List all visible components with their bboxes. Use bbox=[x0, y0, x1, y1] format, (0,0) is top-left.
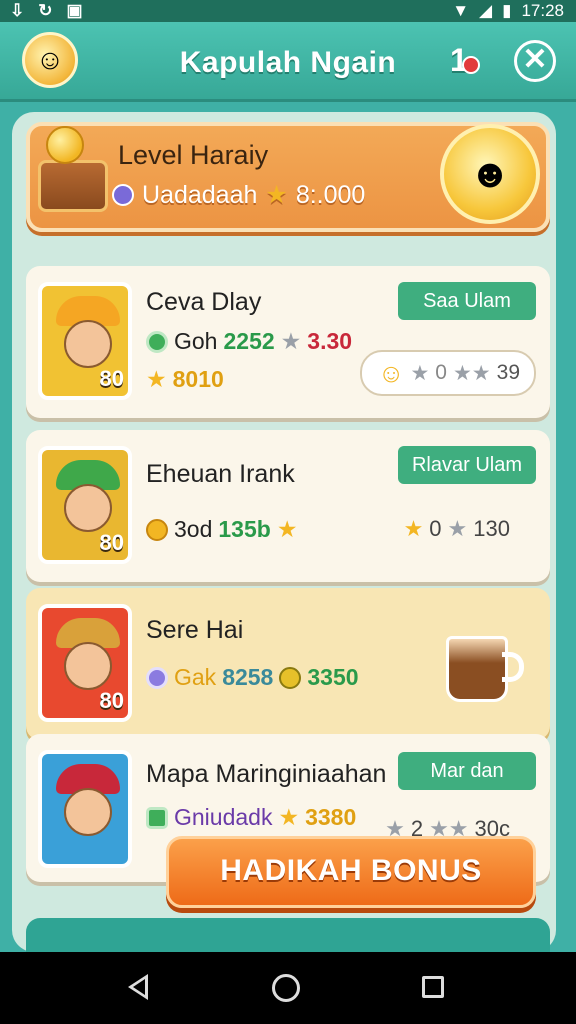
avatar: 80 bbox=[38, 282, 132, 400]
star-icon: ★ bbox=[276, 516, 298, 542]
item-title: Eheuan Irank bbox=[146, 460, 295, 488]
star-icon: ★ bbox=[265, 181, 288, 209]
chat-icon bbox=[146, 806, 168, 829]
item-stats: Goh 2252 ★ 3.30 bbox=[146, 328, 352, 355]
item-title: Ceva Dlay bbox=[146, 288, 262, 316]
star-icon: ★ bbox=[146, 366, 167, 392]
coin-icon bbox=[279, 666, 302, 689]
item-stats: 3od 135b ★ bbox=[146, 516, 297, 543]
sun-emblem-icon: ☻ bbox=[440, 124, 540, 224]
close-button[interactable]: ✕ bbox=[514, 40, 556, 82]
item-title: Mapa Maringiniaahan bbox=[146, 760, 387, 788]
claim-button[interactable]: Rlavar Ulam bbox=[398, 446, 536, 484]
star-icon: ★ bbox=[278, 804, 300, 830]
list-item[interactable]: 80 Sere Hai Gak 8258 3350 bbox=[26, 588, 550, 740]
star-icon: ★ bbox=[403, 516, 424, 541]
rating-separator: 0 bbox=[435, 361, 447, 384]
wifi-icon: ▼ bbox=[452, 1, 470, 20]
treasure-chest-icon bbox=[12, 118, 112, 222]
bonus-button[interactable]: HADIKAH BONUS bbox=[166, 836, 536, 908]
rating: ★ 0 ★ 130 bbox=[403, 516, 510, 541]
avatar bbox=[38, 750, 132, 868]
recent-apps-icon[interactable] bbox=[422, 976, 444, 998]
coin-icon bbox=[146, 330, 168, 353]
next-item-peek bbox=[26, 918, 550, 952]
level-subtitle-row: Uadadaah ★ 8:.000 bbox=[112, 180, 365, 210]
gem-icon bbox=[146, 666, 168, 689]
avatar: 80 bbox=[38, 604, 132, 722]
download-icon: ⇩ bbox=[10, 1, 25, 20]
claim-button[interactable]: Mar dan bbox=[398, 752, 536, 790]
notification-dot-icon bbox=[462, 56, 480, 74]
level-title: Level Haraiy bbox=[118, 140, 269, 170]
list-item[interactable]: 80 Ceva Dlay Goh 2252 ★ 3.30 ★ 8010 Saa … bbox=[26, 266, 550, 418]
home-icon[interactable] bbox=[272, 974, 300, 1002]
avatar: 80 bbox=[38, 446, 132, 564]
image-icon: ▣ bbox=[66, 1, 83, 20]
gem-icon bbox=[112, 184, 134, 206]
page-title: Kapulah Ngain bbox=[179, 46, 397, 79]
sun-face-icon: ☺ bbox=[377, 357, 405, 388]
item-stats: Gniudadk ★ 3380 bbox=[146, 804, 356, 831]
claim-button[interactable]: Saa Ulam bbox=[398, 282, 536, 320]
star-icon: ★ bbox=[280, 328, 302, 354]
level-score: 8:.000 bbox=[295, 180, 366, 209]
navigation-bar bbox=[0, 952, 576, 1024]
item-stats: Gak 8258 3350 bbox=[146, 664, 359, 691]
battery-icon: ▮ bbox=[502, 1, 512, 20]
sync-icon: ↻ bbox=[38, 1, 53, 20]
item-title: Sere Hai bbox=[146, 616, 244, 644]
coffee-mug-icon bbox=[438, 616, 530, 708]
status-bar: ⇩ ↻ ▣ ▼ ◢ ▮ 17:28 bbox=[0, 0, 576, 22]
app-header: ☺ Kapulah Ngain 1 ✕ bbox=[0, 22, 576, 102]
coin-icon bbox=[146, 518, 168, 541]
star-icon: ★★ bbox=[452, 361, 491, 385]
status-time: 17:28 bbox=[521, 1, 564, 20]
back-icon[interactable] bbox=[128, 974, 148, 1000]
star-icon: ★ bbox=[447, 516, 468, 541]
item-stats-secondary: ★ 8010 bbox=[146, 366, 224, 392]
rating-pill: ☺ ★ 0 ★★ 39 bbox=[360, 350, 536, 396]
list-item[interactable]: 80 Eheuan Irank 3od 135b ★ Rlavar Ulam ★… bbox=[26, 430, 550, 582]
star-icon: ★ bbox=[410, 361, 430, 385]
level-subtitle: Uadadaah bbox=[142, 180, 258, 209]
signal-icon: ◢ bbox=[479, 1, 493, 20]
